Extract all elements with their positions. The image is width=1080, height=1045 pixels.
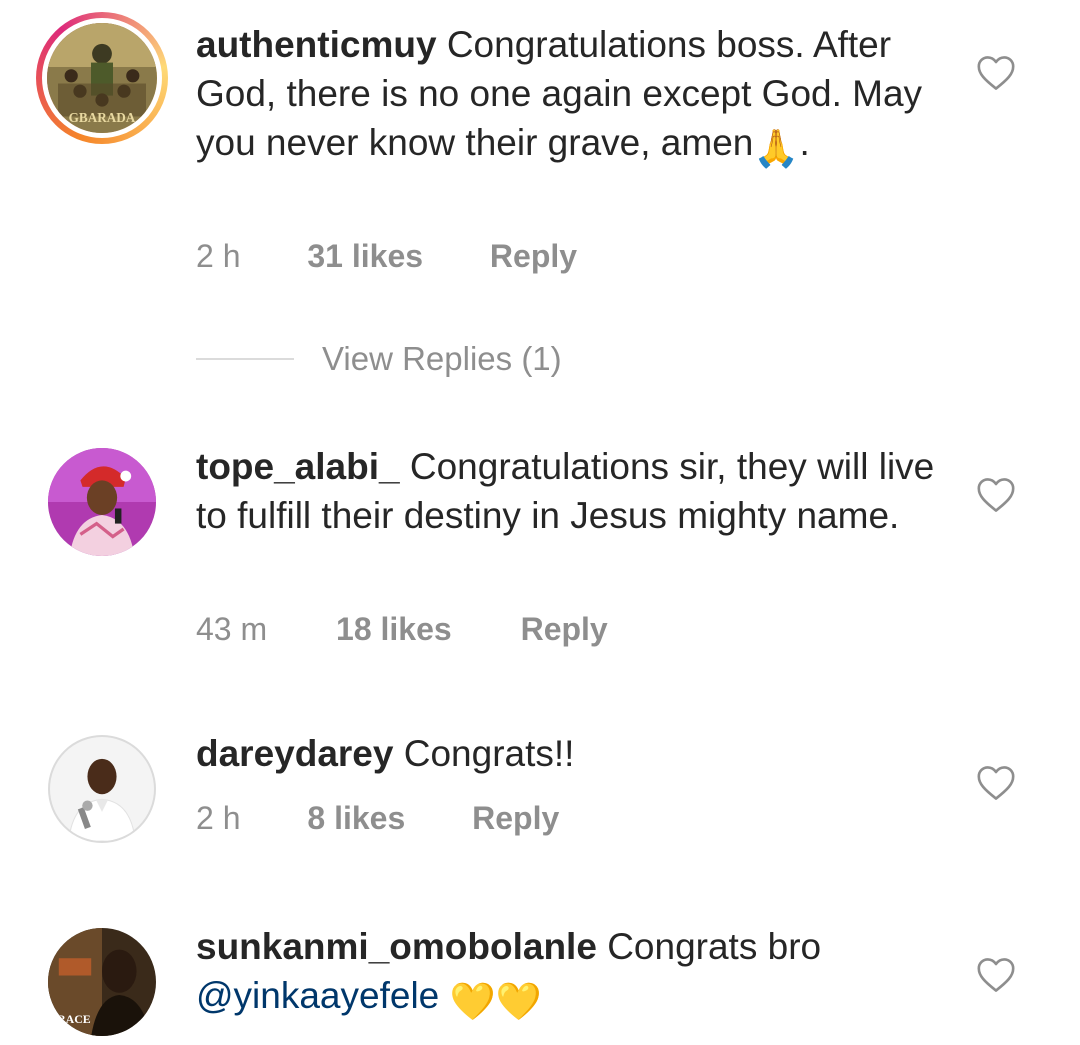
comment-body: dareydarey Congrats!! <box>196 729 956 778</box>
view-replies-button[interactable]: View Replies (1) <box>196 337 562 381</box>
view-replies-label: View Replies (1) <box>322 340 562 377</box>
avatar-dareydarey[interactable] <box>48 735 156 843</box>
comment-body: authenticmuy Congratulations boss. After… <box>196 20 956 173</box>
comment-meta: 2 h 31 likes Reply <box>196 238 577 275</box>
heart-outline-icon[interactable] <box>976 765 1016 801</box>
comment-likes[interactable]: 31 likes <box>307 238 423 275</box>
yellow-heart-emoji: 💛💛 <box>449 981 542 1022</box>
mention-link[interactable]: @yinkaayefele <box>196 975 439 1016</box>
svg-text:GBARADA: GBARADA <box>69 110 136 125</box>
heart-outline-icon[interactable] <box>976 55 1016 91</box>
comment-text-suffix: . <box>799 122 810 163</box>
comment-username[interactable]: sunkanmi_omobolanle <box>196 926 597 967</box>
view-replies-line <box>196 358 294 360</box>
comment-username[interactable]: authenticmuy <box>196 24 437 65</box>
reply-button[interactable]: Reply <box>490 238 577 275</box>
comment-meta: 2 h 8 likes Reply <box>196 800 559 837</box>
reply-button[interactable]: Reply <box>521 611 608 648</box>
comment-likes[interactable]: 18 likes <box>336 611 452 648</box>
comment-meta: 43 m 18 likes Reply <box>196 611 608 648</box>
avatar-sunkanmi-omobolanle[interactable]: RACE <box>48 928 156 1036</box>
heart-outline-icon[interactable] <box>976 477 1016 513</box>
reply-button[interactable]: Reply <box>472 800 559 837</box>
avatar-authenticmuy[interactable]: GBARADA <box>36 12 168 144</box>
comment-time: 2 h <box>196 238 241 274</box>
comment-username[interactable]: dareydarey <box>196 733 393 774</box>
avatar-image <box>50 737 154 841</box>
praying-hands-emoji: 🙏 <box>753 128 800 169</box>
comments-list: GBARADA authenticmuy Congratulations bos… <box>0 0 1080 1045</box>
avatar-tope-alabi[interactable] <box>48 448 156 556</box>
comment-text: Congrats!! <box>403 733 575 774</box>
heart-outline-icon[interactable] <box>976 957 1016 993</box>
svg-text:RACE: RACE <box>57 1012 91 1026</box>
comment-time: 2 h <box>196 800 241 836</box>
avatar-image: RACE <box>48 928 156 1036</box>
comment-text: Congrats bro <box>607 926 822 967</box>
comment-likes[interactable]: 8 likes <box>307 800 405 837</box>
avatar-image: GBARADA <box>47 23 157 133</box>
comment-username[interactable]: tope_alabi_ <box>196 446 400 487</box>
comment-body: tope_alabi_ Congratulations sir, they wi… <box>196 442 956 540</box>
comment-body: sunkanmi_omobolanle Congrats bro @yinkaa… <box>196 922 956 1026</box>
avatar-image <box>48 448 156 556</box>
comment-time: 43 m <box>196 611 268 647</box>
